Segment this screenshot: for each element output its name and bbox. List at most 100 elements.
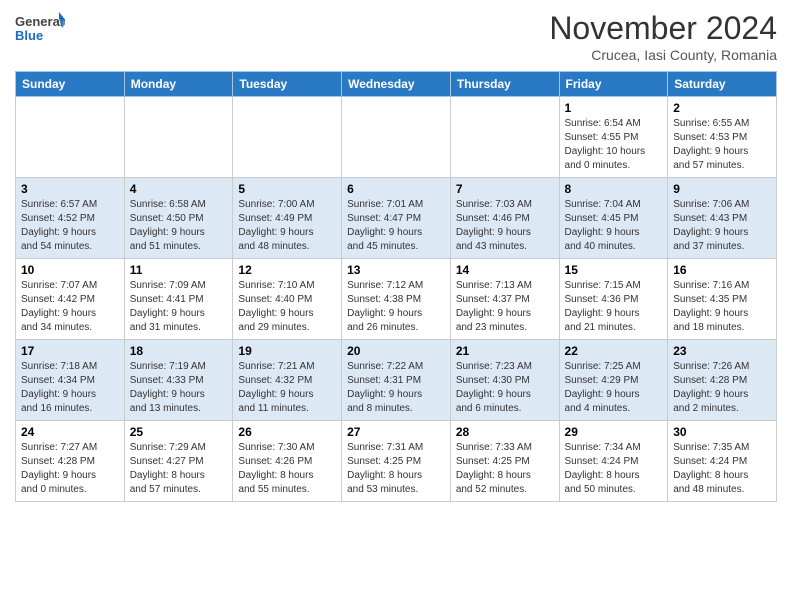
day-info: Sunrise: 6:55 AM Sunset: 4:53 PM Dayligh… bbox=[673, 117, 771, 173]
day-info: Sunrise: 6:54 AM Sunset: 4:55 PM Dayligh… bbox=[565, 117, 663, 173]
calendar-day-cell: 30 Sunrise: 7:35 AM Sunset: 4:24 PM Dayli… bbox=[668, 421, 777, 502]
day-info: Sunrise: 7:13 AM Sunset: 4:37 PM Dayligh… bbox=[456, 279, 554, 335]
calendar-day-cell: 2 Sunrise: 6:55 AM Sunset: 4:53 PM Daylig… bbox=[668, 97, 777, 178]
day-number: 23 bbox=[673, 344, 771, 358]
day-info: Sunrise: 7:23 AM Sunset: 4:30 PM Dayligh… bbox=[456, 360, 554, 416]
day-number: 2 bbox=[673, 101, 771, 115]
calendar-day-cell: 6Sunrise: 7:01 AM Sunset: 4:47 PM Daylig… bbox=[342, 178, 451, 259]
empty-cell bbox=[450, 97, 559, 178]
weekday-header-sunday: Sunday bbox=[16, 72, 125, 97]
calendar-day-cell: 16 Sunrise: 7:16 AM Sunset: 4:35 PM Dayli… bbox=[668, 259, 777, 340]
day-info: Sunrise: 7:25 AM Sunset: 4:29 PM Dayligh… bbox=[565, 360, 663, 416]
day-number: 30 bbox=[673, 425, 771, 439]
calendar-day-cell: 17Sunrise: 7:18 AM Sunset: 4:34 PM Dayli… bbox=[16, 340, 125, 421]
day-number: 20 bbox=[347, 344, 445, 358]
calendar-week-row: 3Sunrise: 6:57 AM Sunset: 4:52 PM Daylig… bbox=[16, 178, 777, 259]
calendar-day-cell: 4 Sunrise: 6:58 AM Sunset: 4:50 PM Daylig… bbox=[124, 178, 233, 259]
calendar-day-cell: 14 Sunrise: 7:13 AM Sunset: 4:37 PM Dayli… bbox=[450, 259, 559, 340]
day-number: 26 bbox=[238, 425, 336, 439]
day-number: 3 bbox=[21, 182, 119, 196]
weekday-header-saturday: Saturday bbox=[668, 72, 777, 97]
day-info: Sunrise: 7:01 AM Sunset: 4:47 PM Dayligh… bbox=[347, 198, 445, 254]
empty-cell bbox=[124, 97, 233, 178]
day-info: Sunrise: 7:30 AM Sunset: 4:26 PM Dayligh… bbox=[238, 441, 336, 497]
calendar-day-cell: 19Sunrise: 7:21 AM Sunset: 4:32 PM Dayli… bbox=[233, 340, 342, 421]
logo-svg: General Blue bbox=[15, 10, 65, 50]
calendar-day-cell: 9 Sunrise: 7:06 AM Sunset: 4:43 PM Daylig… bbox=[668, 178, 777, 259]
day-info: Sunrise: 7:07 AM Sunset: 4:42 PM Dayligh… bbox=[21, 279, 119, 335]
empty-cell bbox=[16, 97, 125, 178]
calendar-header-row: SundayMondayTuesdayWednesdayThursdayFrid… bbox=[16, 72, 777, 97]
day-number: 9 bbox=[673, 182, 771, 196]
svg-text:Blue: Blue bbox=[15, 28, 43, 43]
day-number: 27 bbox=[347, 425, 445, 439]
day-info: Sunrise: 7:16 AM Sunset: 4:35 PM Dayligh… bbox=[673, 279, 771, 335]
day-info: Sunrise: 7:09 AM Sunset: 4:41 PM Dayligh… bbox=[130, 279, 228, 335]
calendar-day-cell: 12Sunrise: 7:10 AM Sunset: 4:40 PM Dayli… bbox=[233, 259, 342, 340]
day-number: 25 bbox=[130, 425, 228, 439]
title-block: November 2024 Crucea, Iasi County, Roman… bbox=[549, 10, 777, 63]
day-number: 24 bbox=[21, 425, 119, 439]
day-number: 28 bbox=[456, 425, 554, 439]
day-info: Sunrise: 7:15 AM Sunset: 4:36 PM Dayligh… bbox=[565, 279, 663, 335]
day-info: Sunrise: 7:12 AM Sunset: 4:38 PM Dayligh… bbox=[347, 279, 445, 335]
day-number: 8 bbox=[565, 182, 663, 196]
day-number: 11 bbox=[130, 263, 228, 277]
calendar-week-row: 17Sunrise: 7:18 AM Sunset: 4:34 PM Dayli… bbox=[16, 340, 777, 421]
calendar-day-cell: 7 Sunrise: 7:03 AM Sunset: 4:46 PM Daylig… bbox=[450, 178, 559, 259]
day-info: Sunrise: 7:00 AM Sunset: 4:49 PM Dayligh… bbox=[238, 198, 336, 254]
calendar-day-cell: 28 Sunrise: 7:33 AM Sunset: 4:25 PM Dayli… bbox=[450, 421, 559, 502]
weekday-header-thursday: Thursday bbox=[450, 72, 559, 97]
day-info: Sunrise: 7:19 AM Sunset: 4:33 PM Dayligh… bbox=[130, 360, 228, 416]
day-number: 15 bbox=[565, 263, 663, 277]
calendar-day-cell: 8 Sunrise: 7:04 AM Sunset: 4:45 PM Daylig… bbox=[559, 178, 668, 259]
day-info: Sunrise: 7:04 AM Sunset: 4:45 PM Dayligh… bbox=[565, 198, 663, 254]
logo: General Blue bbox=[15, 10, 65, 50]
calendar-table: SundayMondayTuesdayWednesdayThursdayFrid… bbox=[15, 71, 777, 502]
weekday-header-tuesday: Tuesday bbox=[233, 72, 342, 97]
day-info: Sunrise: 7:27 AM Sunset: 4:28 PM Dayligh… bbox=[21, 441, 119, 497]
day-number: 14 bbox=[456, 263, 554, 277]
day-number: 7 bbox=[456, 182, 554, 196]
day-number: 17 bbox=[21, 344, 119, 358]
day-number: 16 bbox=[673, 263, 771, 277]
subtitle: Crucea, Iasi County, Romania bbox=[549, 47, 777, 63]
calendar-week-row: 24 Sunrise: 7:27 AM Sunset: 4:28 PM Dayli… bbox=[16, 421, 777, 502]
day-number: 18 bbox=[130, 344, 228, 358]
page: General Blue November 2024 Crucea, Iasi … bbox=[0, 0, 792, 612]
calendar-day-cell: 29Sunrise: 7:34 AM Sunset: 4:24 PM Dayli… bbox=[559, 421, 668, 502]
day-info: Sunrise: 7:35 AM Sunset: 4:24 PM Dayligh… bbox=[673, 441, 771, 497]
day-number: 5 bbox=[238, 182, 336, 196]
calendar-day-cell: 25 Sunrise: 7:29 AM Sunset: 4:27 PM Dayli… bbox=[124, 421, 233, 502]
calendar-day-cell: 10 Sunrise: 7:07 AM Sunset: 4:42 PM Dayli… bbox=[16, 259, 125, 340]
day-info: Sunrise: 7:29 AM Sunset: 4:27 PM Dayligh… bbox=[130, 441, 228, 497]
day-info: Sunrise: 7:31 AM Sunset: 4:25 PM Dayligh… bbox=[347, 441, 445, 497]
calendar-day-cell: 22 Sunrise: 7:25 AM Sunset: 4:29 PM Dayli… bbox=[559, 340, 668, 421]
calendar-week-row: 10 Sunrise: 7:07 AM Sunset: 4:42 PM Dayli… bbox=[16, 259, 777, 340]
svg-text:General: General bbox=[15, 14, 63, 29]
day-info: Sunrise: 7:33 AM Sunset: 4:25 PM Dayligh… bbox=[456, 441, 554, 497]
calendar-day-cell: 11 Sunrise: 7:09 AM Sunset: 4:41 PM Dayli… bbox=[124, 259, 233, 340]
calendar-day-cell: 20Sunrise: 7:22 AM Sunset: 4:31 PM Dayli… bbox=[342, 340, 451, 421]
calendar-day-cell: 23 Sunrise: 7:26 AM Sunset: 4:28 PM Dayli… bbox=[668, 340, 777, 421]
day-number: 4 bbox=[130, 182, 228, 196]
calendar-day-cell: 27 Sunrise: 7:31 AM Sunset: 4:25 PM Dayli… bbox=[342, 421, 451, 502]
day-number: 1 bbox=[565, 101, 663, 115]
day-number: 22 bbox=[565, 344, 663, 358]
day-number: 29 bbox=[565, 425, 663, 439]
day-info: Sunrise: 6:58 AM Sunset: 4:50 PM Dayligh… bbox=[130, 198, 228, 254]
empty-cell bbox=[233, 97, 342, 178]
day-info: Sunrise: 7:26 AM Sunset: 4:28 PM Dayligh… bbox=[673, 360, 771, 416]
calendar-day-cell: 21Sunrise: 7:23 AM Sunset: 4:30 PM Dayli… bbox=[450, 340, 559, 421]
weekday-header-monday: Monday bbox=[124, 72, 233, 97]
day-number: 10 bbox=[21, 263, 119, 277]
day-number: 13 bbox=[347, 263, 445, 277]
day-info: Sunrise: 7:03 AM Sunset: 4:46 PM Dayligh… bbox=[456, 198, 554, 254]
month-title: November 2024 bbox=[549, 10, 777, 47]
calendar-week-row: 1 Sunrise: 6:54 AM Sunset: 4:55 PM Daylig… bbox=[16, 97, 777, 178]
day-info: Sunrise: 7:06 AM Sunset: 4:43 PM Dayligh… bbox=[673, 198, 771, 254]
day-info: Sunrise: 7:21 AM Sunset: 4:32 PM Dayligh… bbox=[238, 360, 336, 416]
header: General Blue November 2024 Crucea, Iasi … bbox=[15, 10, 777, 63]
calendar-day-cell: 15 Sunrise: 7:15 AM Sunset: 4:36 PM Dayli… bbox=[559, 259, 668, 340]
calendar-day-cell: 5 Sunrise: 7:00 AM Sunset: 4:49 PM Daylig… bbox=[233, 178, 342, 259]
